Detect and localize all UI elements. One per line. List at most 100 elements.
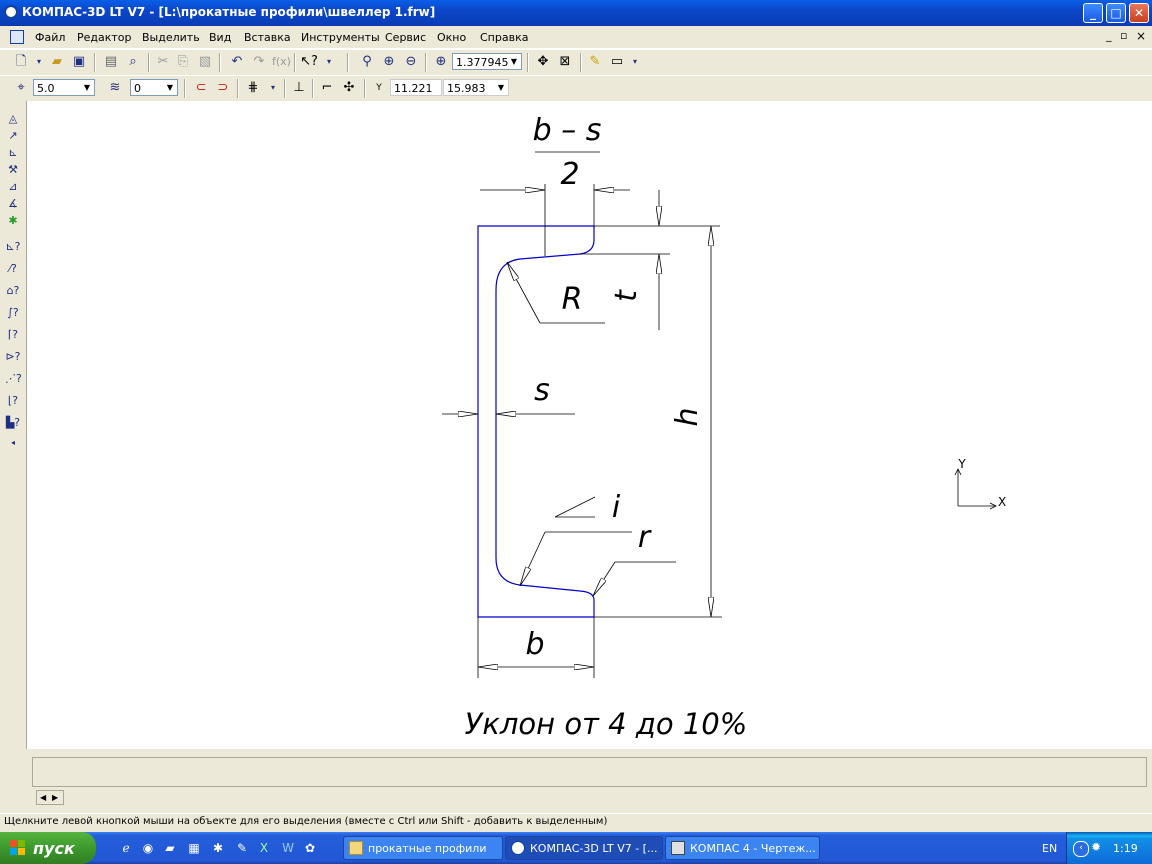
panel-dropdown-icon[interactable]: ▾	[626, 53, 644, 71]
menu-view[interactable]: Вид	[209, 31, 231, 44]
measure-icon[interactable]: ∡	[5, 196, 21, 212]
new-document-icon[interactable]: 🗋	[12, 53, 30, 71]
label-height-h: h	[670, 407, 705, 426]
menu-help[interactable]: Справка	[480, 31, 528, 44]
quicklaunch-word-icon[interactable]: W	[280, 840, 296, 856]
quicklaunch-app2-icon[interactable]: ✱	[210, 840, 226, 856]
query-length-icon[interactable]: ∫?	[5, 305, 21, 321]
zoom-out-icon[interactable]: ⊖	[402, 53, 420, 71]
quicklaunch-ie-icon[interactable]: ℯ	[118, 840, 134, 856]
copy-icon[interactable]: ⎘	[174, 53, 192, 71]
layer-icon[interactable]: ≋	[106, 79, 124, 97]
scroll-right-icon[interactable]: ▶	[52, 791, 58, 804]
app-icon[interactable]	[4, 5, 18, 19]
quicklaunch-excel-icon[interactable]: X	[256, 840, 272, 856]
menu-tools[interactable]: Инструменты	[301, 31, 380, 44]
print-icon[interactable]: ▤	[102, 53, 120, 71]
language-indicator[interactable]: EN	[1042, 842, 1057, 855]
drawing-canvas[interactable]: b – s 2 R t s h i r b Уклон от 4 до 10% …	[27, 101, 1152, 749]
show-all-icon[interactable]: ⊠	[556, 53, 574, 71]
chevron-down-icon[interactable]: ▼	[164, 81, 176, 94]
tray-app-icon[interactable]: ✹	[1091, 840, 1101, 854]
task-folder[interactable]: прокатные профили	[343, 836, 503, 860]
chevron-down-icon[interactable]: ▼	[508, 55, 520, 68]
parametrization-icon[interactable]: ⊿	[5, 179, 21, 195]
menu-select[interactable]: Выделить	[142, 31, 200, 44]
snap-magnet-icon[interactable]: ⊂	[192, 79, 210, 97]
task-kompas-4[interactable]: КОМПАС 4 - Чертеж...	[665, 836, 820, 860]
menu-service[interactable]: Сервис	[385, 31, 426, 44]
tray-expand-icon[interactable]: ‹	[1073, 841, 1089, 857]
help-dropdown-icon[interactable]: ▾	[320, 53, 338, 71]
query-region-icon[interactable]: ⌊?	[5, 393, 21, 409]
query-center-icon[interactable]: ⋰?	[5, 371, 22, 387]
save-icon[interactable]: ▣	[70, 53, 88, 71]
editing-icon[interactable]: ⚒	[5, 162, 21, 178]
local-snap-magnet-icon[interactable]: ⊃	[214, 79, 232, 97]
quicklaunch-app-icon[interactable]: ▦	[186, 840, 202, 856]
redo-icon[interactable]: ↷	[250, 53, 268, 71]
zoom-in-icon[interactable]: ⊕	[380, 53, 398, 71]
cut-icon[interactable]: ✂	[154, 53, 172, 71]
undo-icon[interactable]: ↶	[228, 53, 246, 71]
zoom-scale-icon[interactable]: ⊕	[432, 53, 450, 71]
local-cs-icon[interactable]: ⊥	[290, 79, 308, 97]
chevron-down-icon[interactable]: ▼	[81, 81, 93, 94]
point-snap-icon[interactable]: ✣	[340, 79, 358, 97]
print-preview-icon[interactable]: ⌕	[124, 53, 142, 71]
coord-x-field[interactable]: 11.221	[390, 79, 442, 96]
pan-icon[interactable]: ✥	[534, 53, 552, 71]
function-icon[interactable]: f(x)	[272, 53, 291, 71]
dimensions-icon[interactable]: ↗	[5, 128, 21, 144]
query-mass-icon[interactable]: ⊳?	[5, 349, 21, 365]
panel-scroll-icon[interactable]: ◂	[5, 435, 21, 451]
maximize-button[interactable]: □	[1106, 3, 1126, 23]
layer-combo[interactable]: 0 ▼	[130, 79, 178, 96]
doc-minimize-button[interactable]: _	[1106, 29, 1112, 42]
start-button[interactable]: пуск	[0, 832, 96, 864]
query-distance-icon[interactable]: ⁄?	[5, 261, 21, 277]
doc-close-button[interactable]: ×	[1136, 29, 1146, 43]
query-angle-icon[interactable]: ⌂?	[5, 283, 21, 299]
doc-restore-button[interactable]: ▫	[1120, 29, 1127, 42]
properties-icon[interactable]: ✎	[586, 53, 604, 71]
panel-icon[interactable]: ▭	[608, 53, 626, 71]
paste-icon[interactable]: ▧	[196, 53, 214, 71]
coord-y-field[interactable]: 15.983 ▼	[443, 79, 509, 96]
zoom-combo[interactable]: 1.377945 ▼	[452, 53, 522, 70]
grid-dropdown-icon[interactable]: ▾	[264, 79, 282, 97]
scroll-left-icon[interactable]: ◀	[40, 791, 46, 804]
query-point-icon[interactable]: ⊾?	[5, 239, 21, 255]
quicklaunch-folder-icon[interactable]: ▰	[162, 840, 178, 856]
quicklaunch-app3-icon[interactable]: ✎	[234, 840, 250, 856]
select-icon[interactable]: ✱	[5, 213, 21, 229]
query-area-icon[interactable]: ⌈?	[5, 327, 21, 343]
menu-edit[interactable]: Редактор	[77, 31, 132, 44]
title-bar[interactable]: КОМПАС-3D LT V7 - [L:\прокатные профили\…	[0, 0, 1152, 26]
open-folder-icon[interactable]: ▰	[48, 53, 66, 71]
line-width-combo[interactable]: 5.0 ▼	[33, 79, 95, 96]
task-kompas-lt[interactable]: КОМПАС-3D LT V7 - [...	[505, 836, 663, 860]
close-button[interactable]: ✕	[1129, 3, 1149, 23]
layer-value: 0	[134, 82, 141, 95]
step-cursor-icon[interactable]: ⌖	[12, 79, 30, 97]
help-pointer-icon[interactable]: ↖?	[300, 53, 318, 71]
minimize-button[interactable]: _	[1083, 3, 1103, 23]
query-inertia-icon[interactable]: ▙?	[5, 415, 21, 431]
scroll-arrows[interactable]: ◀ ▶	[36, 790, 64, 805]
symbols-icon[interactable]: ⊾	[5, 145, 21, 161]
geometry-icon[interactable]: ◬	[5, 111, 21, 127]
document-icon[interactable]	[10, 30, 24, 44]
zoom-window-icon[interactable]: ⚲	[358, 53, 376, 71]
label-width-b: b	[525, 627, 544, 662]
quicklaunch-app4-icon[interactable]: ✿	[302, 840, 318, 856]
grid-icon[interactable]: ⋕	[244, 79, 262, 97]
separator	[294, 53, 296, 72]
menu-file[interactable]: Файл	[35, 31, 65, 44]
menu-window[interactable]: Окно	[437, 31, 466, 44]
new-dropdown-icon[interactable]: ▾	[30, 53, 48, 71]
chevron-down-icon[interactable]: ▼	[495, 81, 507, 94]
quicklaunch-browser-icon[interactable]: ◉	[140, 840, 156, 856]
menu-insert[interactable]: Вставка	[244, 31, 291, 44]
ortho-mode-icon[interactable]: ⌐	[318, 79, 336, 97]
